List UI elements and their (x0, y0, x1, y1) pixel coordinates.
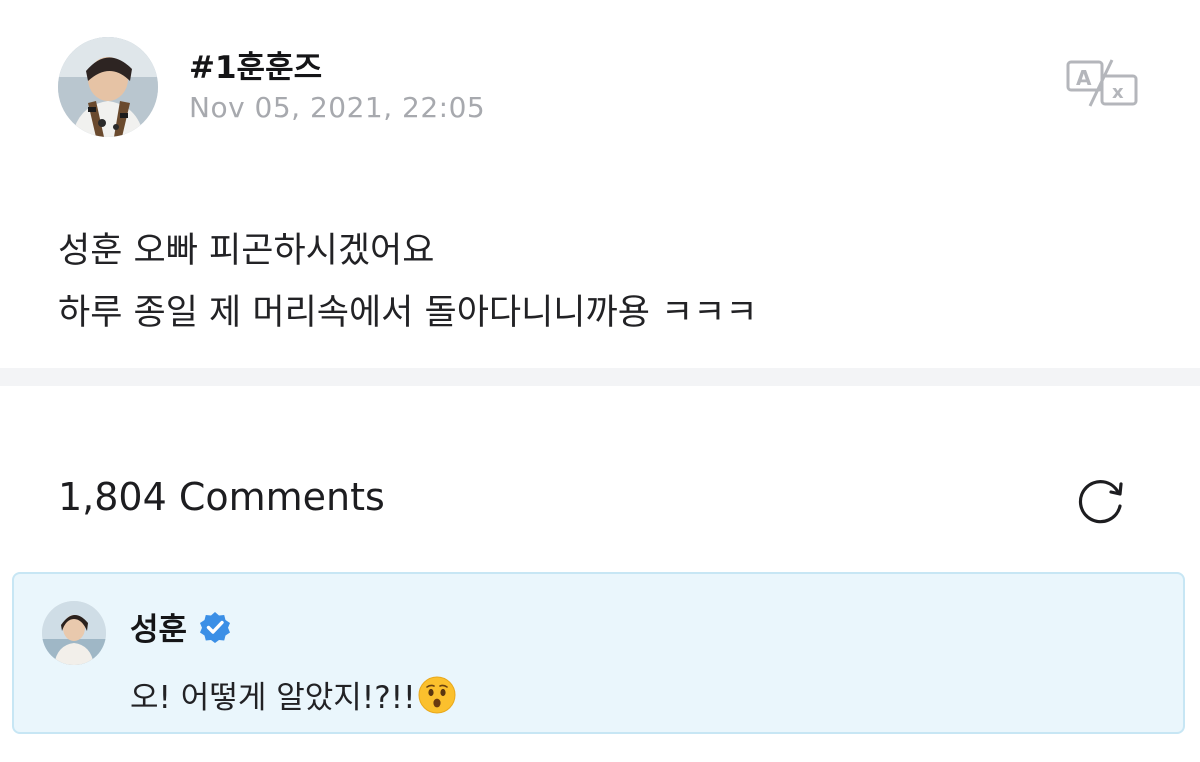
post-body: 성훈 오빠 피곤하시겠어요 하루 종일 제 머리속에서 돌아다니니까용 ㅋㅋㅋ (58, 220, 1158, 344)
commenter-avatar[interactable] (42, 601, 106, 665)
comments-count: 1,804 Comments (58, 475, 385, 519)
translate-button[interactable]: A x (1066, 58, 1138, 108)
refresh-icon (1078, 480, 1123, 524)
section-divider (0, 368, 1200, 386)
comment-text: 오! 어떻게 알았지!?!! (130, 672, 456, 717)
post-body-line: 하루 종일 제 머리속에서 돌아다니니까용 ㅋㅋㅋ (58, 293, 758, 333)
highlighted-comment[interactable]: 성훈 오! 어떻게 알았지!?!! (12, 572, 1185, 734)
author-avatar[interactable] (58, 37, 158, 137)
commenter-avatar-photo (42, 601, 106, 665)
comment-text-content: 오! 어떻게 알았지!?!! (130, 680, 416, 716)
post-body-line: 성훈 오빠 피곤하시겠어요 (58, 231, 435, 271)
author-avatar-photo (58, 37, 158, 137)
post-header: #1훈훈즈 Nov 05, 2021, 22:05 A x (0, 0, 1200, 150)
comment-author-name[interactable]: 성훈 (130, 604, 187, 649)
comment-author: 성훈 (130, 604, 231, 649)
post-author-name[interactable]: #1훈훈즈 (189, 42, 322, 87)
refresh-button[interactable] (1074, 472, 1130, 528)
svg-text:A: A (1076, 66, 1092, 90)
verified-badge-icon (200, 611, 231, 643)
translate-icon: A x (1066, 59, 1138, 107)
svg-text:x: x (1112, 82, 1124, 103)
post-timestamp: Nov 05, 2021, 22:05 (189, 91, 486, 124)
hushed-face-emoji-icon (418, 676, 456, 713)
